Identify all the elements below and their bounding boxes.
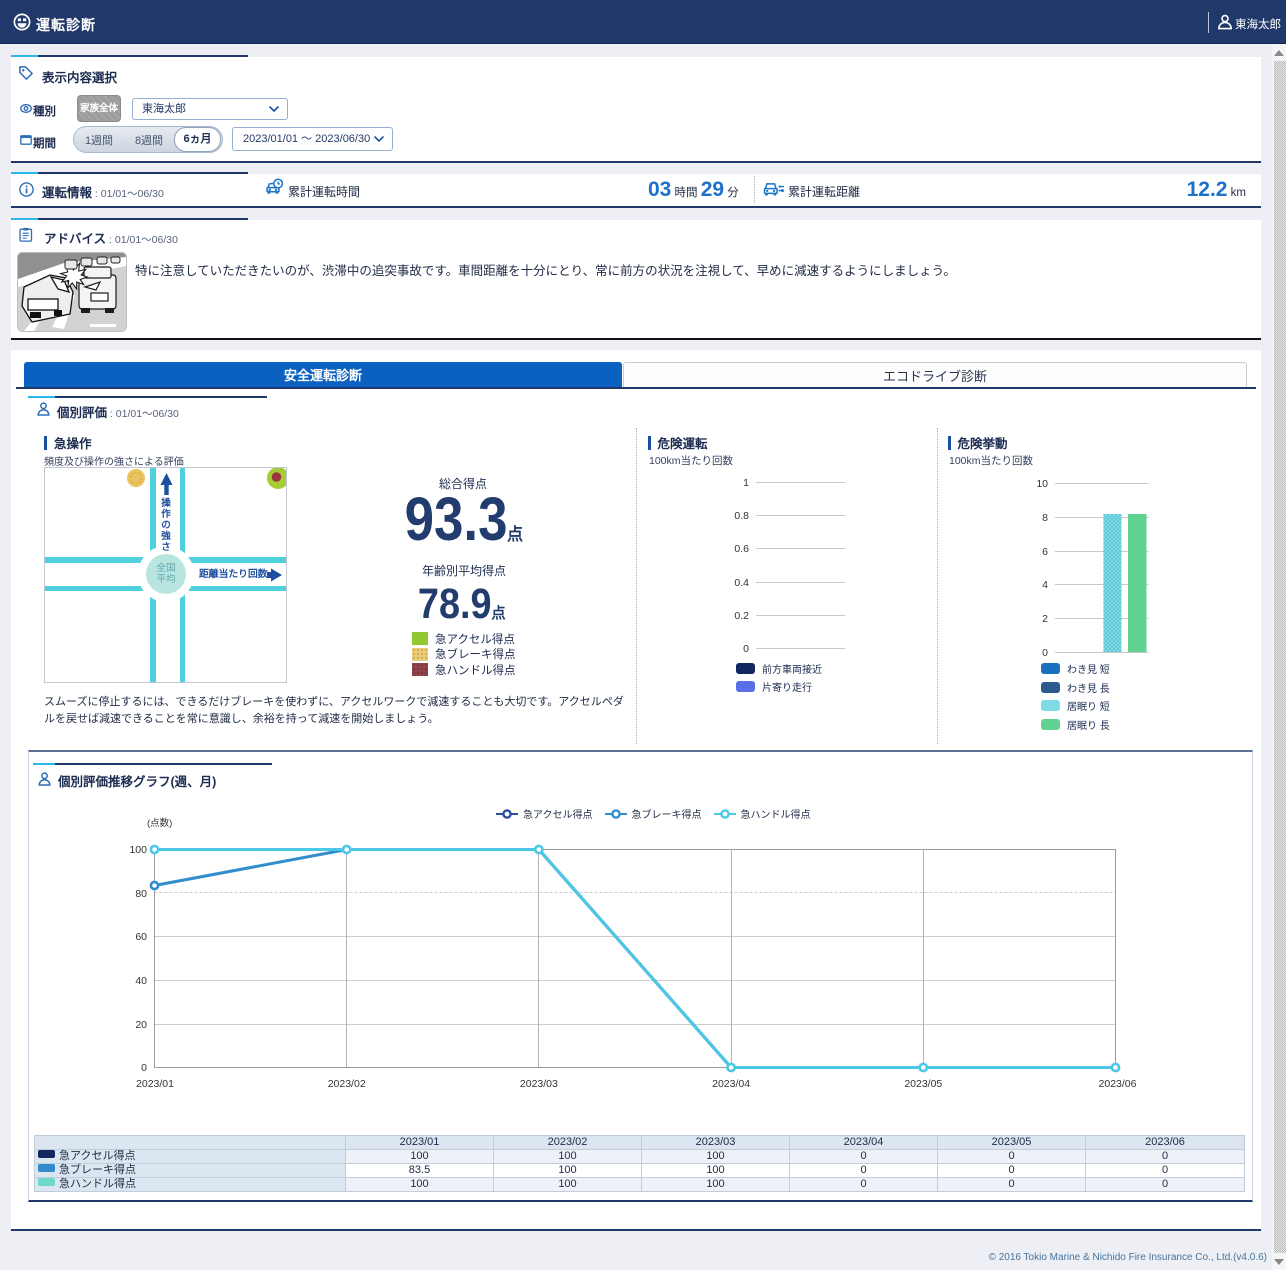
svg-text:0.8: 0.8 [734,510,749,522]
svg-text:0.2: 0.2 [734,610,749,622]
svg-text:全国: 全国 [156,562,175,574]
svg-text:2023/03: 2023/03 [520,1078,558,1090]
svg-text:6: 6 [1042,546,1048,558]
svg-text:0.6: 0.6 [734,543,749,555]
svg-text:2023/06: 2023/06 [1099,1078,1137,1090]
svg-text:2023/01: 2023/01 [136,1078,174,1090]
svg-text:60: 60 [135,931,147,943]
svg-text:0.4: 0.4 [734,577,749,589]
svg-text:4: 4 [1042,579,1048,591]
svg-text:100: 100 [129,844,147,856]
svg-text:2023/02: 2023/02 [328,1078,366,1090]
svg-text:80: 80 [135,888,147,900]
svg-text:8: 8 [1042,512,1048,524]
svg-text:0: 0 [743,643,749,655]
svg-text:強: 強 [161,530,171,542]
svg-text:の: の [161,520,171,531]
svg-text:20: 20 [135,1019,147,1031]
svg-text:平均: 平均 [156,573,175,585]
svg-text:0: 0 [1042,647,1048,659]
svg-text:操: 操 [161,497,171,509]
svg-text:2023/04: 2023/04 [712,1078,750,1090]
svg-text:1: 1 [743,477,749,489]
svg-text:2023/05: 2023/05 [904,1078,942,1090]
svg-text:作: 作 [161,508,171,520]
svg-text:10: 10 [1036,478,1048,490]
svg-text:2: 2 [1042,613,1048,625]
svg-text:さ: さ [161,542,171,553]
svg-text:距離当たり回数: 距離当たり回数 [199,567,268,580]
svg-text:40: 40 [135,975,147,987]
svg-text:0: 0 [141,1062,147,1074]
